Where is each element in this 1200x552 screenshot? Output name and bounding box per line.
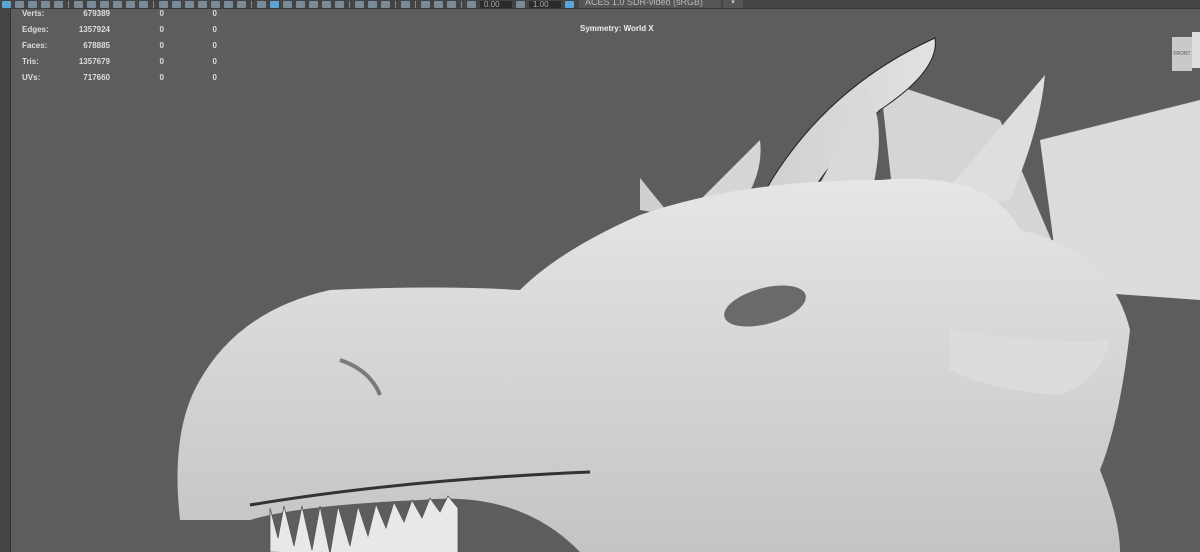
- hud-uv: 0: [212, 41, 217, 50]
- hud-selected: 0: [159, 9, 164, 18]
- hud-label: Faces:: [22, 41, 48, 50]
- view-cube[interactable]: FRONT: [1172, 32, 1200, 72]
- hud-uv: 0: [212, 57, 217, 66]
- symmetry-label: Symmetry: World X: [580, 24, 654, 33]
- hud-selected: 0: [159, 25, 164, 34]
- hud-selected: 0: [159, 41, 164, 50]
- view-cube-side[interactable]: [1192, 32, 1200, 68]
- hud-uv: 0: [212, 73, 217, 82]
- hud-label: Tris:: [22, 57, 39, 66]
- hud-selected: 0: [159, 73, 164, 82]
- hud-selected: 0: [159, 57, 164, 66]
- view-cube-front[interactable]: FRONT: [1172, 37, 1192, 71]
- hud-uv: 0: [212, 25, 217, 34]
- hud-label: Verts:: [22, 9, 45, 18]
- hud-value: 717660: [83, 73, 110, 82]
- hud-row-faces: Faces: 678885 0 0: [22, 41, 217, 57]
- poly-count-hud: Verts: 679389 0 0 Edges: 1357924 0 0 Fac…: [22, 9, 217, 89]
- hud-row-uvs: UVs: 717660 0 0: [22, 73, 217, 89]
- hud-label: Edges:: [22, 25, 49, 34]
- hud-row-verts: Verts: 679389 0 0: [22, 9, 217, 25]
- hud-row-tris: Tris: 1357679 0 0: [22, 57, 217, 73]
- hud-value: 1357924: [78, 25, 110, 34]
- hud-value: 1357679: [78, 57, 110, 66]
- hud-label: UVs:: [22, 73, 41, 82]
- hud-value: 678885: [83, 41, 110, 50]
- hud-value: 679389: [83, 9, 110, 18]
- hud-uv: 0: [212, 9, 217, 18]
- hud-row-edges: Edges: 1357924 0 0: [22, 25, 217, 41]
